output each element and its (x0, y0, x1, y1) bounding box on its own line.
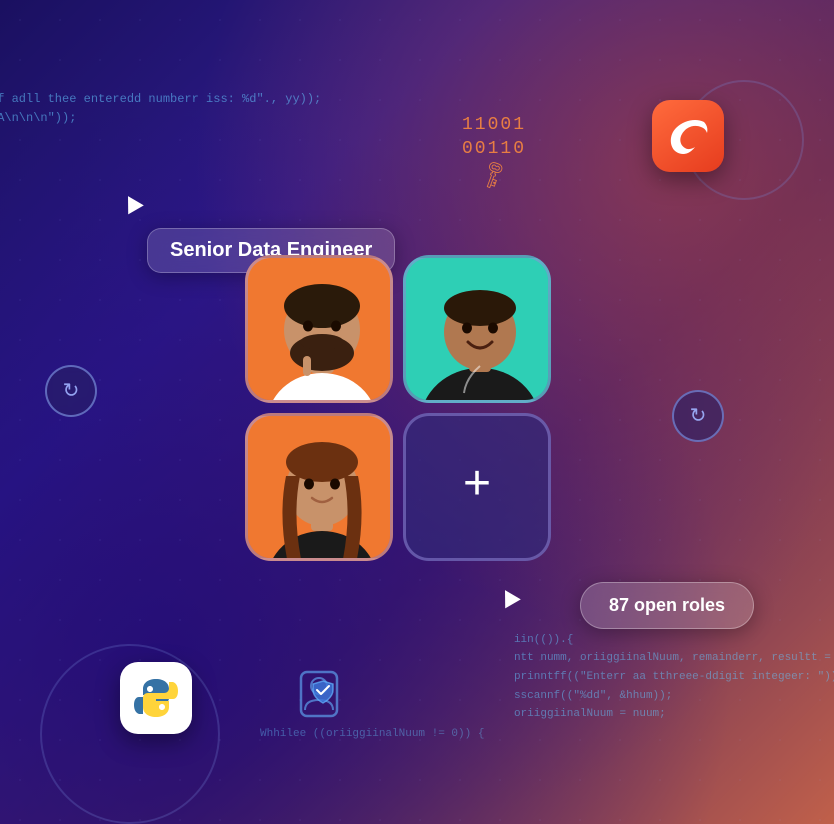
binary-row-1: 11001 (462, 115, 526, 135)
refresh-button-left[interactable]: ↻ (45, 365, 97, 417)
python-logo-svg (133, 675, 179, 721)
add-person-button[interactable]: + (403, 413, 551, 561)
code-snippet-top-left: ff adll thee enteredd numberr iss: %d".,… (0, 90, 321, 128)
python-icon (120, 662, 192, 734)
swift-icon (652, 100, 724, 172)
person-card-3[interactable] (245, 413, 393, 561)
shield-svg (295, 668, 351, 728)
refresh-icon-left: ↻ (63, 378, 80, 404)
open-roles-badge: 87 open roles (580, 582, 754, 629)
binary-row-2: 00110 (462, 139, 526, 159)
plus-icon: + (463, 463, 492, 511)
binary-icon: 11001 00110 🗝 (462, 115, 526, 189)
code-snippet-bottom-right: iin(()).{ ntt numm, oriiggiinalNuum, rem… (514, 631, 834, 724)
person-card-1[interactable] (245, 255, 393, 403)
open-roles-text: 87 open roles (609, 595, 725, 615)
key-icon: 🗝 (475, 158, 512, 194)
swift-logo-svg (666, 114, 710, 158)
code-snippet-bottom-center: Whhilee ((oriiggiinalNuum != 0)) { (260, 725, 484, 744)
refresh-button-right[interactable]: ↻ (672, 390, 724, 442)
person-3-avatar (248, 416, 393, 561)
refresh-icon-right: ↻ (690, 403, 707, 429)
photo-grid: + (245, 255, 551, 561)
shield-verify-icon (295, 668, 351, 744)
person-card-2[interactable] (403, 255, 551, 403)
person-2-avatar (406, 258, 551, 403)
person-1-avatar (248, 258, 393, 403)
